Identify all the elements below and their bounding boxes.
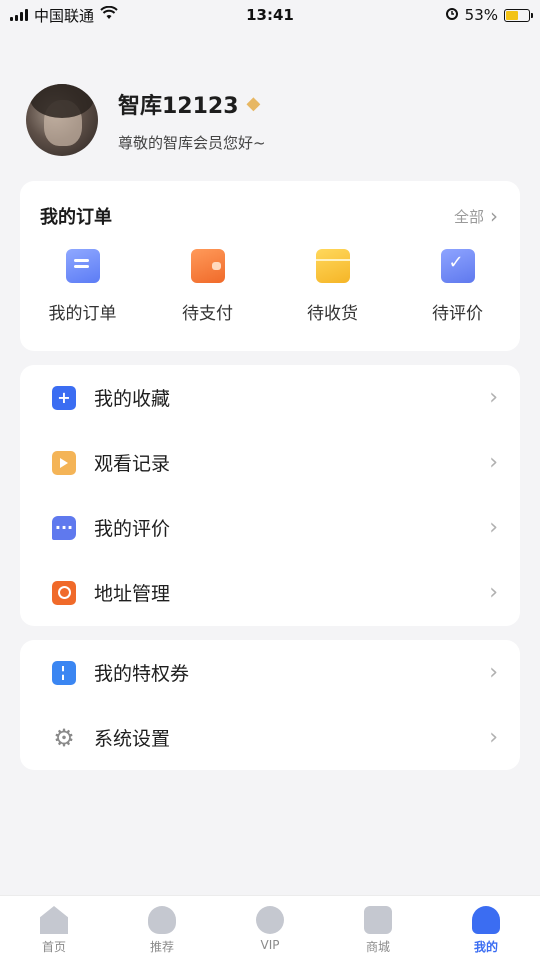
bottom-tab-bar: 首页 推荐 VIP 商城 我的 [0,895,540,960]
signal-icon [10,9,28,21]
coupon-icon [52,660,76,685]
menu-item-favorites[interactable]: + 我的收藏 › [20,365,520,430]
menu-item-watch-history[interactable]: 观看记录 › [20,430,520,495]
chevron-right-icon: › [489,514,498,540]
menu-item-address[interactable]: 地址管理 › [20,560,520,625]
avatar[interactable] [26,84,98,156]
diamond-icon: ◆ [246,92,261,114]
menu-item-my-reviews[interactable]: ··· 我的评价 › [20,495,520,560]
tab-recommend[interactable]: 推荐 [108,896,216,960]
tab-vip[interactable]: VIP [216,896,324,960]
location-icon [52,580,76,605]
status-bar: 中国联通 13:41 53% [0,0,540,30]
chevron-right-icon: › [489,659,498,685]
menu-card: + 我的收藏 › 观看记录 › ··· 我的评价 › 地址管理 › [20,365,520,626]
menu-item-label: 我的特权券 [94,663,190,685]
chevron-right-icon: › [490,204,498,228]
menu-item-label: 地址管理 [94,583,171,605]
order-item-label: 待评价 [432,304,483,324]
member-greeting: 尊敬的智库会员您好~ [118,133,266,152]
gear-icon: ⚙ [53,723,75,752]
orders-title: 我的订单 [40,207,112,228]
order-item-label: 待收货 [307,304,358,324]
tab-shop[interactable]: 商城 [324,896,432,960]
order-list-icon [65,249,100,283]
tab-label: 我的 [473,940,498,954]
orders-grid: 我的订单 待支付 待收货 待评价 [20,249,520,324]
profile-header[interactable]: 智库12123 ◆ 尊敬的智库会员您好~ [26,84,266,156]
menu-item-label: 观看记录 [94,453,171,475]
orders-header: 我的订单 全部 › [20,181,520,229]
order-item-pending-payment[interactable]: 待支付 [145,249,270,324]
order-item-pending-receipt[interactable]: 待收货 [270,249,395,324]
chevron-right-icon: › [489,449,498,475]
status-right: 53% [445,6,533,24]
status-left: 中国联通 [10,5,118,26]
profile-icon [472,906,500,934]
order-item-label: 我的订单 [48,304,117,324]
tab-mine[interactable]: 我的 [432,896,540,960]
view-all-label: 全部 [453,207,484,226]
menu-item-system-settings[interactable]: ⚙ 系统设置 › [20,705,520,770]
menu-item-coupons[interactable]: 我的特权券 › [20,640,520,705]
order-item-pending-review[interactable]: 待评价 [395,249,520,324]
alarm-icon [445,6,459,24]
wallet-icon [190,249,225,283]
orders-card: 我的订单 全部 › 我的订单 待支付 待收货 待评价 [20,181,520,351]
menu-item-label: 我的评价 [94,518,171,540]
battery-icon [504,8,533,22]
tab-label: VIP [260,938,280,952]
menu-item-label: 系统设置 [94,728,171,750]
battery-percent: 53% [464,6,498,24]
carrier-name: 中国联通 [34,6,95,25]
tab-label: 首页 [41,940,66,954]
package-icon [315,249,350,283]
comment-icon: ··· [52,515,76,540]
wifi-icon [100,5,118,24]
recommend-icon [148,906,176,934]
favorite-plus-icon: + [52,385,76,410]
username: 智库12123 [118,93,239,119]
vip-crown-icon [256,906,284,934]
status-time: 13:41 [246,6,294,24]
settings-card: 我的特权券 › ⚙ 系统设置 › [20,640,520,770]
profile-info: 智库12123 ◆ 尊敬的智库会员您好~ [118,88,266,153]
chevron-right-icon: › [489,724,498,750]
shop-bag-icon [364,906,392,934]
view-all-orders-link[interactable]: 全部 › [454,206,498,227]
order-item-all[interactable]: 我的订单 [20,249,145,324]
tab-label: 推荐 [149,940,174,954]
order-item-label: 待支付 [182,304,233,324]
chevron-right-icon: › [489,384,498,410]
home-icon [40,906,68,934]
chevron-right-icon: › [489,579,498,605]
tab-home[interactable]: 首页 [0,896,108,960]
tab-label: 商城 [365,940,390,954]
video-history-icon [52,450,76,475]
menu-item-label: 我的收藏 [94,388,171,410]
review-check-icon [440,249,475,283]
username-row: 智库12123 ◆ [118,88,266,120]
